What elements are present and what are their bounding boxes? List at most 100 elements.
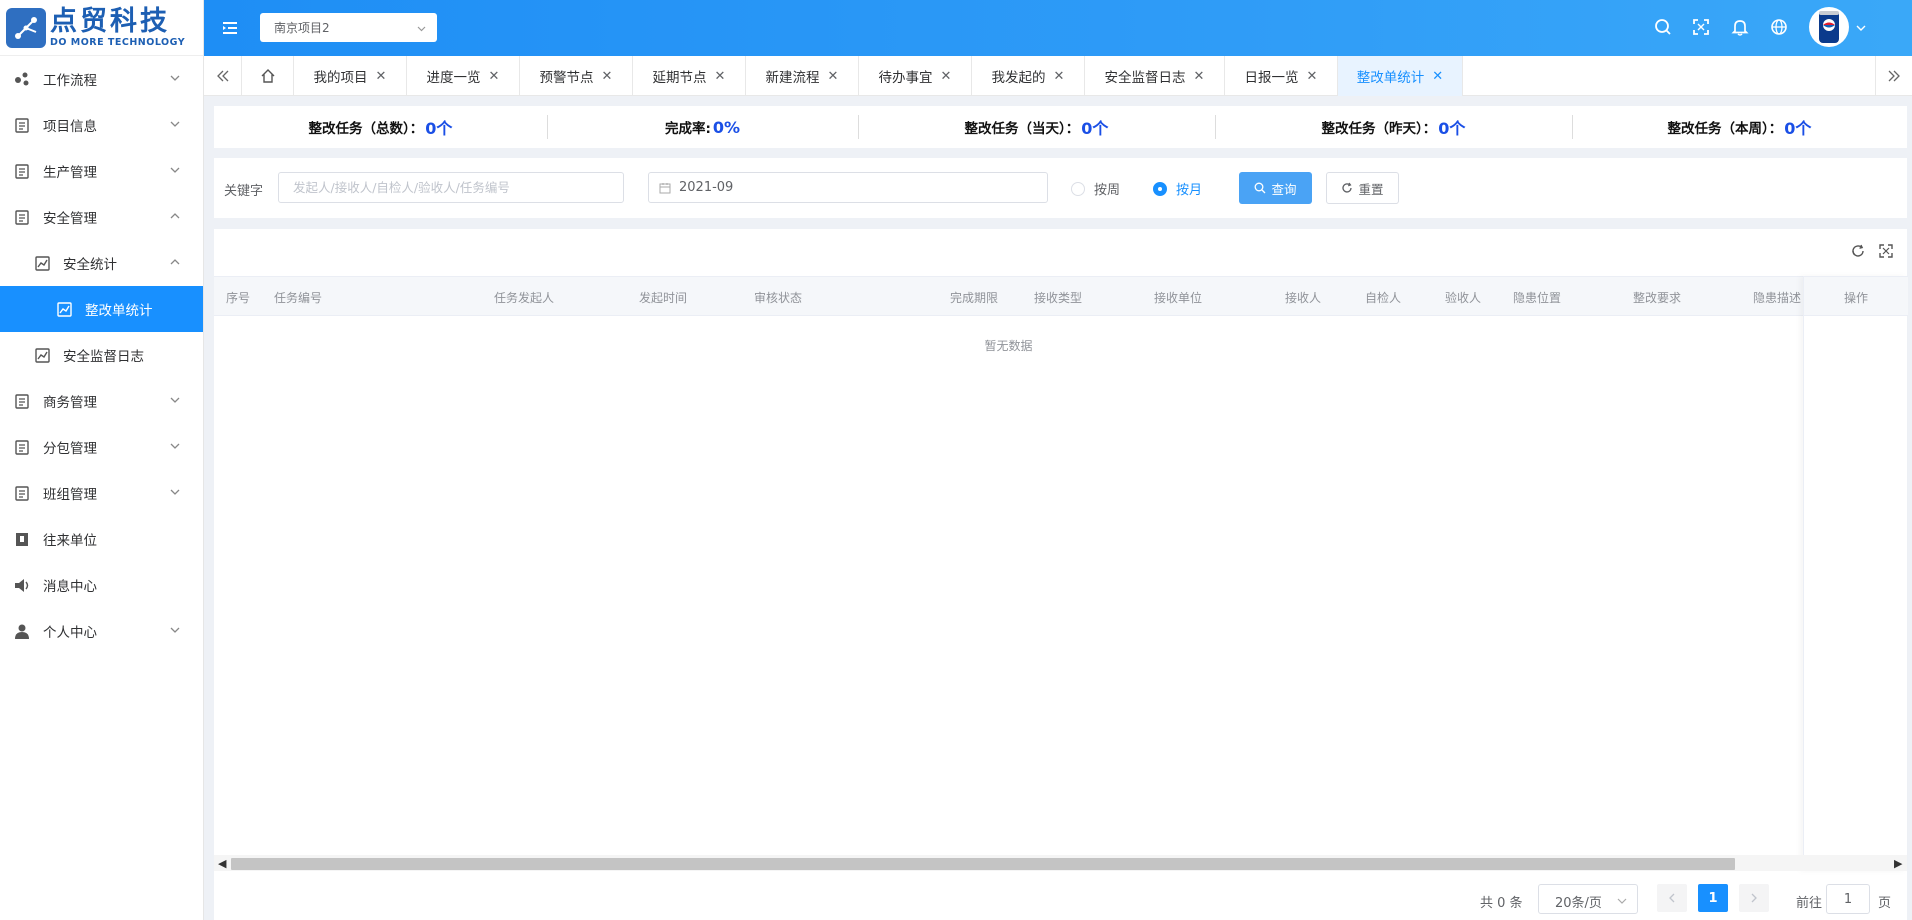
sidebar-item-production[interactable]: 生产管理	[0, 148, 203, 194]
stat-label: 整改任务（昨天）：	[1321, 121, 1437, 137]
tab-daily-report[interactable]: 日报一览 ✕	[1224, 56, 1337, 96]
document-icon	[14, 209, 30, 225]
tab-safety-log[interactable]: 安全监督日志 ✕	[1084, 56, 1224, 96]
fullscreen-icon[interactable]	[1878, 243, 1894, 259]
soda-can-icon	[1819, 11, 1839, 43]
tab-warning-nodes[interactable]: 预警节点 ✕	[519, 56, 632, 96]
next-page-button[interactable]	[1739, 884, 1769, 912]
document-icon	[14, 439, 30, 455]
action-column-header-cell: 操作	[1804, 276, 1908, 316]
tab-delayed-nodes[interactable]: 延期节点 ✕	[632, 56, 745, 96]
goto-suffix: 页	[1878, 895, 1892, 911]
goto-label: 前往	[1796, 895, 1823, 911]
chart-icon	[34, 255, 50, 271]
stat-value: 0个	[1784, 119, 1812, 138]
sidebar-item-team[interactable]: 班组管理	[0, 470, 203, 516]
close-icon[interactable]: ✕	[1432, 69, 1443, 84]
horizontal-scrollbar[interactable]: ◀ ▶	[214, 855, 1907, 871]
refresh-icon[interactable]	[1850, 243, 1866, 259]
tab-label: 我发起的	[991, 70, 1046, 86]
sidebar-item-label: 个人中心	[43, 625, 97, 641]
logo-mark-icon	[6, 7, 46, 48]
tab-home[interactable]	[241, 56, 293, 96]
search-icon[interactable]	[1653, 17, 1673, 37]
close-icon[interactable]: ✕	[376, 69, 387, 84]
month-picker[interactable]: 2021-09	[648, 172, 1048, 203]
scroll-right-arrow-icon[interactable]: ▶	[1894, 857, 1902, 870]
tab-label: 日报一览	[1244, 70, 1299, 86]
sidebar-item-label: 班组管理	[43, 487, 97, 503]
tab-label: 安全监督日志	[1104, 70, 1186, 86]
column-header: 隐患描述	[1753, 291, 1801, 305]
sidebar-item-label: 消息中心	[43, 579, 97, 595]
sidebar-item-messages[interactable]: 消息中心	[0, 562, 203, 608]
prev-page-button[interactable]	[1657, 884, 1687, 912]
tab-my-projects[interactable]: 我的项目 ✕	[293, 56, 406, 96]
chevron-up-icon	[170, 259, 180, 265]
radio-circle	[1071, 181, 1085, 196]
stat-value: 0%	[712, 117, 741, 137]
avatar[interactable]	[1809, 7, 1849, 47]
reset-button[interactable]: 重置	[1326, 172, 1399, 204]
logo-english-text: DO MORE TECHNOLOGY	[50, 37, 186, 48]
sidebar-item-project-info[interactable]: 项目信息	[0, 102, 203, 148]
radio-by-month[interactable]: 按月	[1153, 179, 1202, 198]
chevron-down-icon[interactable]	[1855, 22, 1867, 34]
sidebar-item-subcontract[interactable]: 分包管理	[0, 424, 203, 470]
sidebar-item-personal[interactable]: 个人中心	[0, 608, 203, 654]
column-header: 任务编号	[274, 291, 323, 305]
stat-label: 整改任务（当天）：	[964, 121, 1080, 137]
sidebar-item-partners[interactable]: 往来单位	[0, 516, 203, 562]
document-icon	[14, 485, 30, 501]
reset-button-label: 重置	[1358, 181, 1384, 197]
column-header: 自检人	[1365, 291, 1402, 305]
tab-bar: 我的项目 ✕ 进度一览 ✕ 预警节点 ✕ 延期节点 ✕ 新建流程 ✕ 待办事宜 ✕ 我发起的…	[204, 56, 1912, 96]
chart-icon	[56, 301, 72, 317]
sidebar-item-business[interactable]: 商务管理	[0, 378, 203, 424]
page-size-select[interactable]: 20条/页	[1538, 884, 1638, 914]
close-icon[interactable]: ✕	[1194, 69, 1205, 84]
stat-label: 整改任务（总数）：	[308, 121, 424, 137]
column-header: 操作	[1844, 291, 1869, 305]
query-button[interactable]: 查询	[1239, 172, 1312, 204]
menu-toggle-icon[interactable]	[220, 18, 240, 38]
tab-initiated[interactable]: 我发起的 ✕	[971, 56, 1084, 96]
close-icon[interactable]: ✕	[1054, 69, 1065, 84]
tab-progress[interactable]: 进度一览 ✕	[406, 56, 519, 96]
chevron-down-icon	[170, 489, 180, 495]
close-icon[interactable]: ✕	[489, 69, 500, 84]
radio-by-week[interactable]: 按周	[1071, 179, 1120, 198]
keyword-input[interactable]	[278, 172, 624, 203]
globe-icon[interactable]	[1769, 17, 1789, 37]
sidebar-item-rectification-stats[interactable]: 整改单统计	[0, 286, 203, 332]
sidebar-item-workflow[interactable]: 工作流程	[0, 56, 203, 102]
close-icon[interactable]: ✕	[1307, 69, 1318, 84]
sidebar-item-safety-log[interactable]: 安全监督日志	[0, 332, 203, 378]
goto-page-input[interactable]: 1	[1826, 884, 1870, 914]
stat-yesterday: 整改任务（昨天）： 0个	[1215, 106, 1572, 148]
tab-todo[interactable]: 待办事宜 ✕	[858, 56, 971, 96]
scrollbar-thumb[interactable]	[231, 858, 1735, 870]
tab-scroll-left-icon[interactable]	[204, 56, 241, 96]
close-icon[interactable]: ✕	[941, 69, 952, 84]
bell-icon[interactable]	[1730, 17, 1750, 37]
close-icon[interactable]: ✕	[828, 69, 839, 84]
sidebar-item-safety[interactable]: 安全管理	[0, 194, 203, 240]
page-number-button[interactable]: 1	[1698, 884, 1728, 912]
close-icon[interactable]: ✕	[602, 69, 613, 84]
stat-today: 整改任务（当天）： 0个	[858, 106, 1215, 148]
query-button-label: 查询	[1271, 181, 1297, 197]
tab-scroll-right-icon[interactable]	[1875, 56, 1912, 96]
keyword-label: 关键字	[224, 184, 264, 199]
sidebar-item-safety-stats[interactable]: 安全统计	[0, 240, 203, 286]
scroll-left-arrow-icon[interactable]: ◀	[218, 857, 226, 870]
fullscreen-icon[interactable]	[1691, 17, 1711, 37]
chart-icon	[34, 347, 50, 363]
tab-rectification-stats[interactable]: 整改单统计 ✕	[1337, 56, 1463, 96]
sidebar-item-label: 往来单位	[43, 533, 97, 549]
project-select[interactable]: 南京项目2	[260, 13, 437, 42]
tab-new-workflow[interactable]: 新建流程 ✕	[745, 56, 858, 96]
user-icon	[14, 623, 30, 639]
column-header: 接收人	[1285, 291, 1322, 305]
close-icon[interactable]: ✕	[715, 69, 726, 84]
